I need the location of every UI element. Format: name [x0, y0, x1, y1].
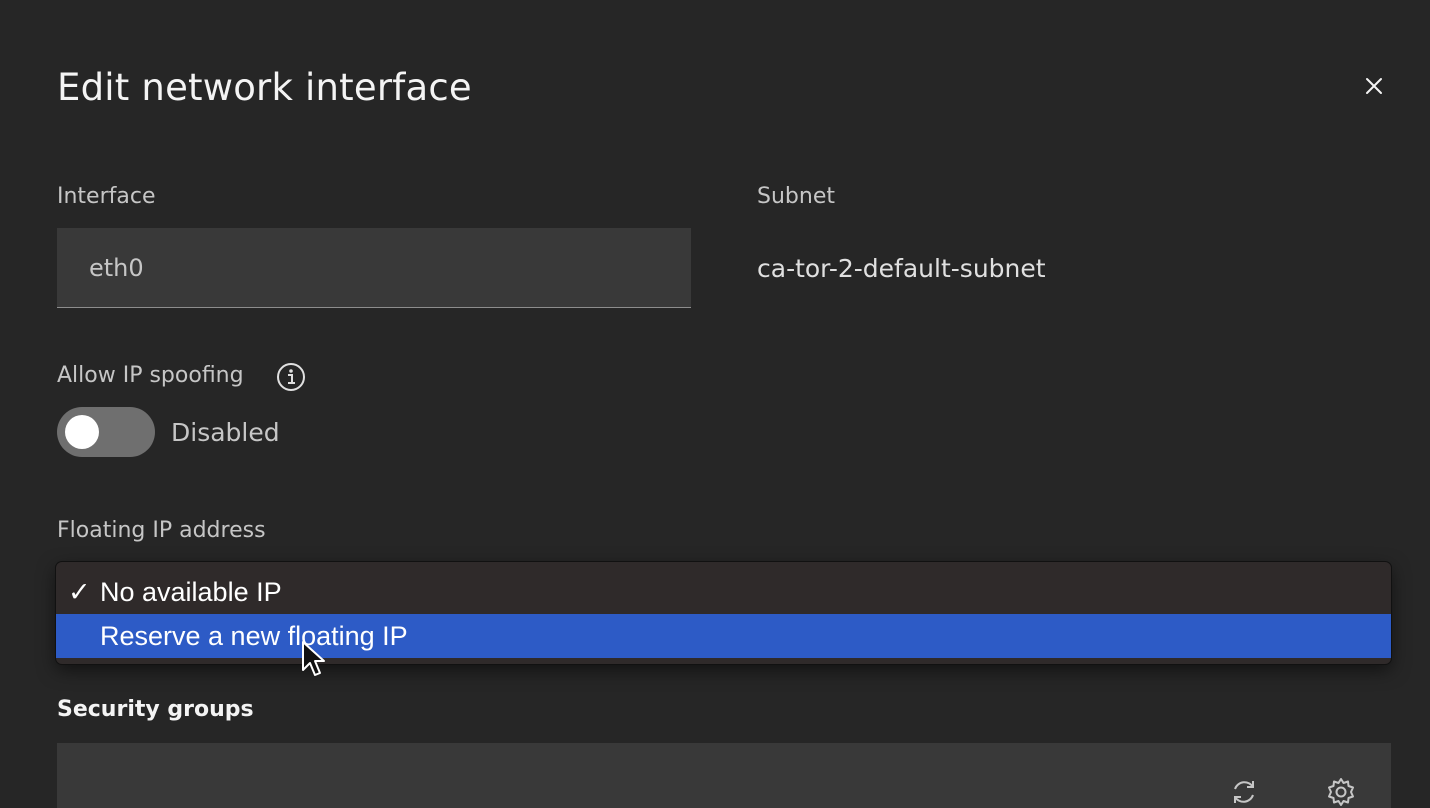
floating-ip-label: Floating IP address [57, 518, 266, 543]
gear-icon[interactable] [1325, 776, 1357, 808]
dialog-title: Edit network interface [57, 66, 472, 109]
toggle-knob [65, 415, 99, 449]
option-no-available-ip[interactable]: ✓ No available IP [56, 570, 1391, 614]
security-groups-field[interactable] [57, 743, 1391, 808]
ip-spoofing-status: Disabled [171, 418, 280, 447]
close-button[interactable] [1358, 70, 1390, 102]
info-icon[interactable] [276, 362, 306, 392]
subnet-label: Subnet [757, 184, 835, 209]
interface-label: Interface [57, 184, 156, 209]
ip-spoofing-label: Allow IP spoofing [57, 363, 244, 388]
close-icon [1366, 78, 1382, 94]
option-reserve-new-floating-ip[interactable]: Reserve a new floating IP [56, 614, 1391, 658]
edit-network-interface-dialog: Edit network interface Interface Subnet … [0, 0, 1430, 808]
refresh-icon[interactable] [1228, 776, 1260, 808]
option-label: No available IP [100, 576, 282, 607]
security-groups-label: Security groups [57, 697, 254, 722]
mouse-cursor-icon [302, 641, 325, 676]
checkmark-icon: ✓ [68, 576, 91, 607]
option-label: Reserve a new floating IP [100, 620, 408, 651]
subnet-value: ca-tor-2-default-subnet [757, 254, 1046, 283]
interface-input[interactable] [57, 228, 691, 308]
floating-ip-dropdown-menu[interactable]: ✓ No available IP Reserve a new floating… [56, 562, 1391, 664]
ip-spoofing-toggle[interactable] [57, 407, 155, 457]
